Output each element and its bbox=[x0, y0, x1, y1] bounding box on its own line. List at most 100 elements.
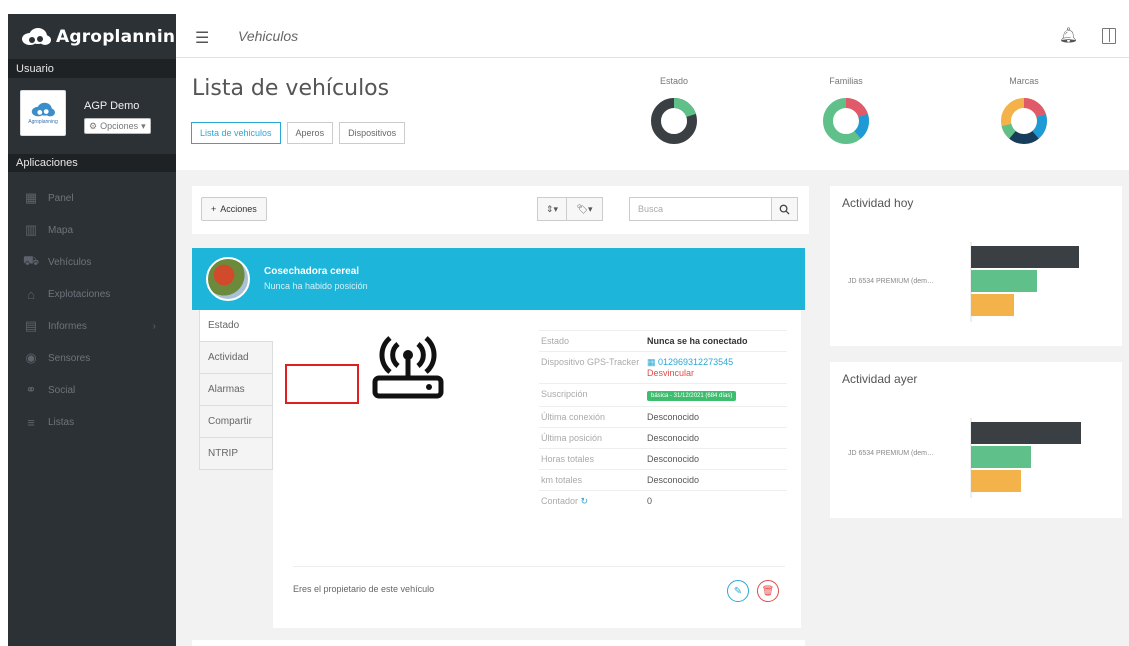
page-title: Lista de vehículos bbox=[192, 76, 390, 101]
farm-icon: ⌂ bbox=[27, 286, 35, 302]
marcas-summary[interactable]: Marcas bbox=[984, 76, 1064, 153]
vehicle-status-panel: Estado Nunca se ha conectado Dispositivo … bbox=[273, 310, 801, 628]
sort-icon: ⇕▾ bbox=[545, 203, 559, 214]
tab-lista-vehiculos[interactable]: Lista de vehiculos bbox=[191, 122, 281, 144]
last-connection-key: Última conexión bbox=[539, 406, 645, 428]
actions-label: Acciones bbox=[220, 204, 257, 214]
last-connection-value: Desconocido bbox=[645, 406, 787, 428]
sidebar-item-vehiculos[interactable]: ⛟ Vehículos bbox=[8, 246, 176, 278]
options-button[interactable]: ⚙ Opciones ▾ bbox=[84, 118, 151, 134]
tab-alarmas[interactable]: Alarmas bbox=[199, 374, 273, 406]
sidebar-item-listas[interactable]: ≡ Listas bbox=[8, 406, 176, 438]
device-link[interactable]: 012969312273545 bbox=[658, 357, 733, 367]
caret-down-icon: ▾ bbox=[141, 120, 146, 131]
last-position-value: Desconocido bbox=[645, 427, 787, 449]
subscription-key: Suscripción bbox=[539, 383, 645, 407]
subscription-badge: básica - 31/12/2021 (684 días) bbox=[647, 391, 737, 401]
search-icon bbox=[779, 204, 790, 215]
activity-bar bbox=[971, 246, 1079, 268]
sidebar-item-label: Listas bbox=[48, 416, 75, 428]
tag-filter-dropdown[interactable]: 🏷︎▾ bbox=[567, 197, 603, 221]
activity-today-card: Actividad hoy JD 6534 PREMIUM (dem… bbox=[830, 186, 1122, 346]
menu-toggle-icon[interactable]: ☰ bbox=[195, 28, 209, 48]
activity-bar bbox=[971, 270, 1037, 292]
tab-compartir[interactable]: Compartir bbox=[199, 406, 273, 438]
tab-aperos[interactable]: Aperos bbox=[286, 122, 334, 144]
vehicle-position-status: Nunca ha habido posición bbox=[264, 281, 368, 291]
tab-ntrip[interactable]: NTRIP bbox=[199, 438, 273, 470]
familias-label: Familias bbox=[829, 76, 863, 86]
actions-button[interactable]: + Acciones bbox=[201, 197, 267, 221]
delete-button[interactable]: 🗑︎ bbox=[757, 580, 779, 602]
avatar-cloud-icon bbox=[31, 102, 55, 116]
sidebar-item-explotaciones[interactable]: ⌂ Explotaciones bbox=[8, 278, 176, 310]
sidebar-item-informes[interactable]: ▤ Informes › bbox=[8, 310, 176, 342]
tab-dispositivos[interactable]: Dispositivos bbox=[339, 122, 406, 144]
tag-icon: 🏷︎▾ bbox=[576, 203, 593, 214]
sort-dropdown[interactable]: ⇕▾ bbox=[537, 197, 567, 221]
refresh-icon[interactable]: ↻ bbox=[581, 496, 589, 506]
search-button[interactable] bbox=[772, 197, 798, 221]
side-panel-icon[interactable] bbox=[1102, 28, 1116, 44]
hours-value: Desconocido bbox=[645, 448, 787, 470]
familias-summary[interactable]: Familias bbox=[806, 76, 886, 153]
vehicle-icon: ⛟ bbox=[22, 253, 40, 268]
highlight-box bbox=[285, 364, 359, 404]
unlink-link[interactable]: Desvincular bbox=[647, 368, 694, 378]
sidebar-item-sensores[interactable]: ◉ Sensores bbox=[8, 342, 176, 374]
user-section-header: Usuario bbox=[8, 60, 176, 78]
sidebar-item-label: Sensores bbox=[48, 352, 91, 364]
estado-summary[interactable]: Estado bbox=[634, 76, 714, 153]
chevron-right-icon: › bbox=[152, 320, 156, 332]
sidebar-item-social[interactable]: ⚭ Social bbox=[8, 374, 176, 406]
map-icon: ▥ bbox=[24, 222, 38, 237]
options-label: Opciones bbox=[100, 121, 139, 131]
last-position-key: Última posición bbox=[539, 427, 645, 449]
grid-icon: ▦ bbox=[24, 190, 38, 205]
pencil-icon: ✎ bbox=[733, 585, 743, 597]
search-input[interactable]: Busca bbox=[629, 197, 772, 221]
estado-donut-chart bbox=[651, 98, 697, 144]
tab-estado[interactable]: Estado bbox=[199, 310, 273, 342]
counter-key: Contador ↻ bbox=[539, 490, 645, 512]
breadcrumb: Vehiculos bbox=[238, 28, 299, 44]
familias-donut-chart bbox=[823, 98, 869, 144]
edit-button[interactable]: ✎ bbox=[727, 580, 749, 602]
table-row: Última posición Desconocido bbox=[539, 427, 787, 449]
user-box: Agroplanning AGP Demo ⚙ Opciones ▾ bbox=[8, 78, 176, 154]
cloud-logo-icon bbox=[20, 27, 52, 47]
bell-icon[interactable]: 🔔︎ bbox=[1059, 26, 1078, 44]
page-tabs: Lista de vehiculos Aperos Dispositivos bbox=[191, 122, 406, 144]
estado-key: Estado bbox=[539, 330, 645, 352]
km-key: km totales bbox=[539, 469, 645, 491]
main-content: + Acciones ⇕▾ 🏷︎▾ Busca Cosechadora cere… bbox=[176, 170, 1129, 646]
counter-value: 0 bbox=[645, 490, 787, 512]
brand[interactable]: Agroplanning bbox=[8, 14, 187, 60]
table-row: Dispositivo GPS-Tracker ▦ 012969312273545… bbox=[539, 351, 787, 384]
hours-key: Horas totales bbox=[539, 448, 645, 470]
plus-icon: + bbox=[211, 204, 217, 214]
marcas-donut-chart bbox=[1001, 98, 1047, 145]
km-value: Desconocido bbox=[645, 469, 787, 491]
vehicle-card-header[interactable]: Cosechadora cereal Nunca ha habido posic… bbox=[192, 248, 805, 310]
device-key: Dispositivo GPS-Tracker bbox=[539, 351, 645, 384]
counter-label: Contador bbox=[541, 496, 579, 506]
vehicle-photo bbox=[206, 257, 250, 301]
table-row: Última conexión Desconocido bbox=[539, 406, 787, 428]
activity-today-label: JD 6534 PREMIUM (dem… bbox=[848, 278, 934, 285]
estado-label: Estado bbox=[659, 76, 689, 86]
table-row: km totales Desconocido bbox=[539, 469, 787, 491]
trash-icon: 🗑︎ bbox=[761, 585, 775, 597]
sidebar-item-mapa[interactable]: ▥ Mapa bbox=[8, 214, 176, 246]
social-icon: ⚭ bbox=[25, 382, 37, 397]
device-cell: ▦ 012969312273545 Desvincular bbox=[645, 351, 787, 384]
marcas-label: Marcas bbox=[1009, 76, 1039, 86]
sidebar-item-panel[interactable]: ▦ Panel bbox=[8, 182, 176, 214]
sidebar-item-label: Panel bbox=[48, 192, 74, 204]
activity-bar bbox=[971, 446, 1031, 468]
tab-actividad[interactable]: Actividad bbox=[199, 342, 273, 374]
vehicle-card: Cosechadora cereal Nunca ha habido posic… bbox=[192, 248, 805, 628]
list-icon: ≡ bbox=[27, 414, 35, 430]
avatar[interactable]: Agroplanning bbox=[20, 90, 66, 136]
table-row: Suscripción básica - 31/12/2021 (684 días… bbox=[539, 383, 787, 407]
